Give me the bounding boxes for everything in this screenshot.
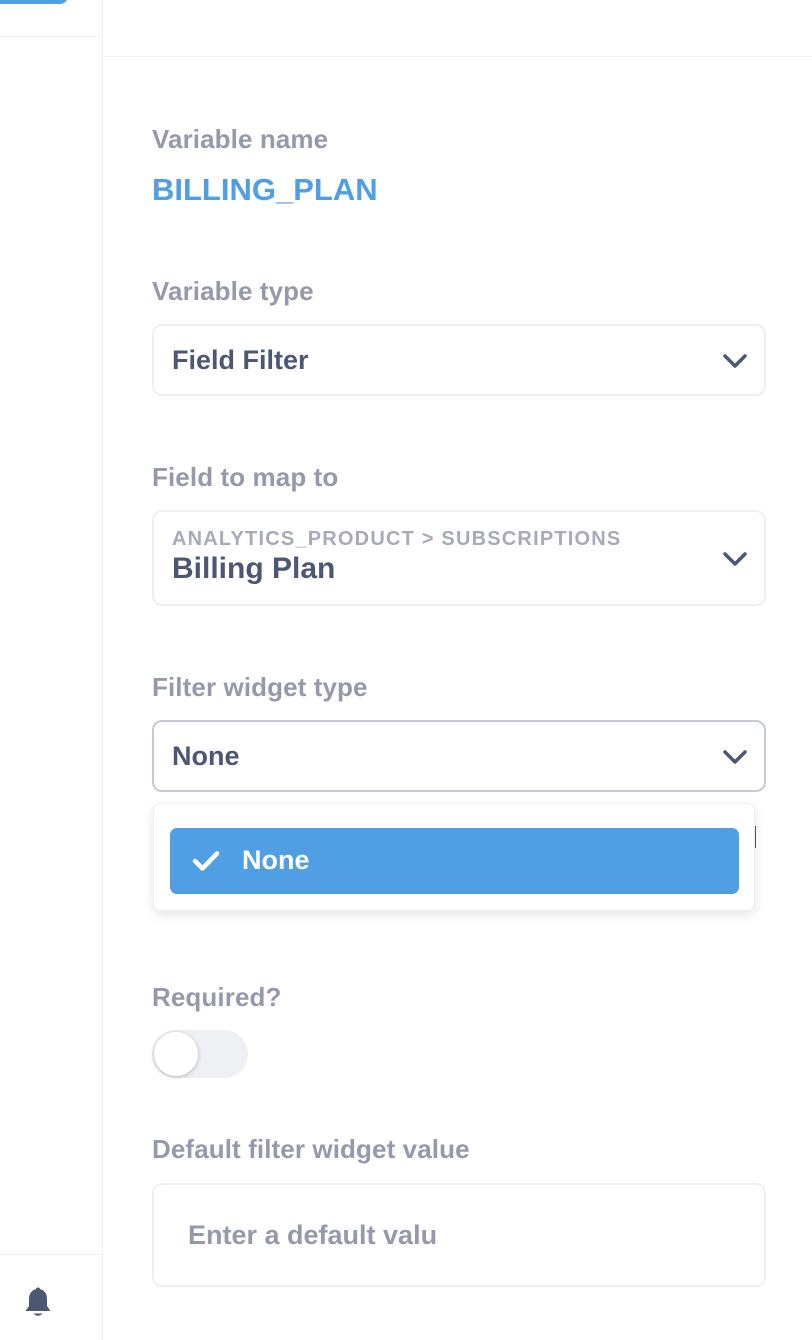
toggle-knob	[154, 1032, 198, 1076]
widget-type-dropdown: None	[153, 803, 755, 911]
check-icon	[192, 851, 220, 871]
widget-type-select[interactable]: None	[152, 720, 766, 792]
sidebar-divider-bottom	[0, 1254, 103, 1255]
variable-type-value: Field Filter	[172, 345, 309, 375]
widget-type-label: Filter widget type	[152, 672, 368, 702]
variable-type-label: Variable type	[152, 276, 314, 306]
field-map-breadcrumb: ANALYTICS_PRODUCT > SUBSCRIPTIONS	[172, 528, 622, 550]
field-map-select[interactable]: ANALYTICS_PRODUCT > SUBSCRIPTIONS Billin…	[152, 510, 766, 606]
variable-name-label: Variable name	[152, 124, 329, 154]
sidebar-divider-top	[0, 36, 103, 37]
chevron-down-icon	[723, 552, 747, 566]
default-value-input[interactable]	[152, 1183, 766, 1287]
required-label: Required?	[152, 982, 282, 1012]
sidebar-top-button[interactable]	[0, 0, 68, 4]
field-map-label: Field to map to	[152, 462, 339, 492]
variable-name-value: BILLING_PLAN	[152, 172, 378, 207]
variable-type-select[interactable]: Field Filter	[152, 324, 766, 396]
chevron-down-icon	[723, 354, 747, 368]
field-map-value: Billing Plan	[172, 552, 336, 585]
left-sidebar	[0, 0, 103, 1340]
dropdown-option-label: None	[242, 845, 310, 875]
bell-icon[interactable]	[23, 1287, 53, 1321]
default-value-label: Default filter widget value	[152, 1134, 470, 1164]
widget-type-value: None	[172, 741, 240, 771]
chevron-down-icon	[723, 750, 747, 764]
header-divider	[103, 56, 812, 57]
dropdown-option-none[interactable]: None	[170, 828, 739, 894]
required-toggle[interactable]	[152, 1030, 248, 1078]
